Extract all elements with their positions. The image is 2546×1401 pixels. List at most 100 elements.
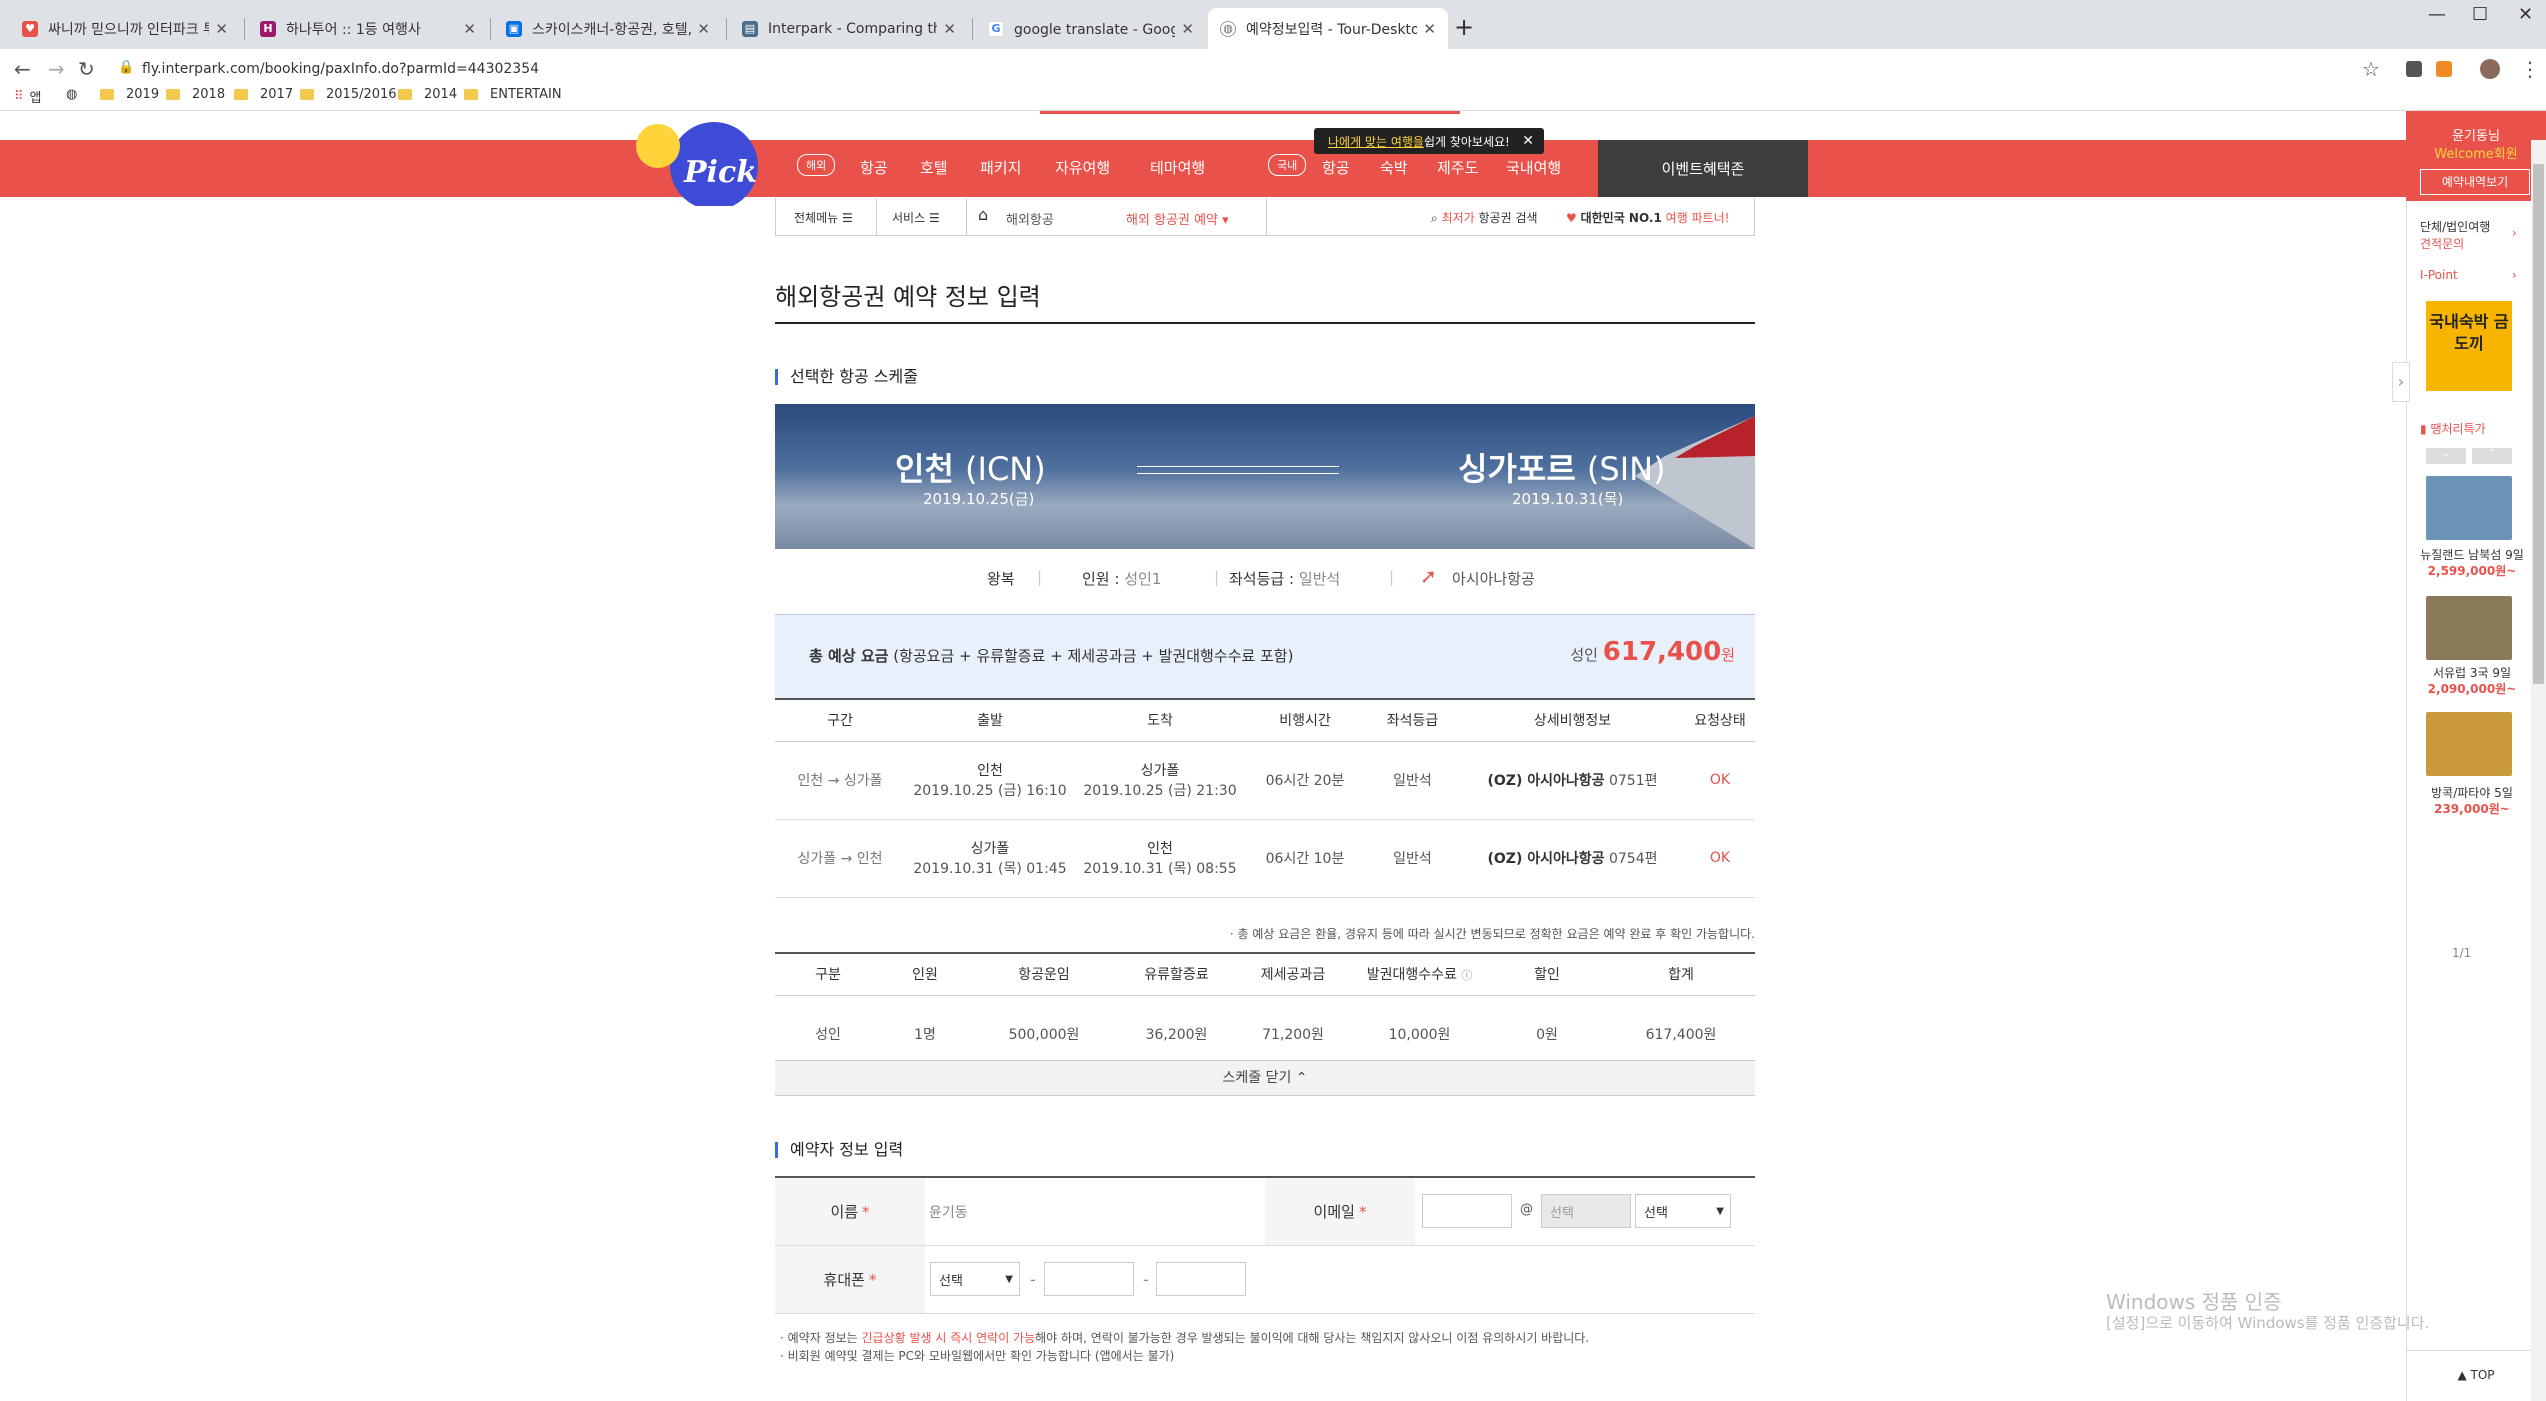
my-bookings-button[interactable]: 예약내역보기 <box>2420 169 2530 195</box>
breadcrumb-flight-booking[interactable]: 해외 항공권 예약 ▾ <box>1126 209 1229 228</box>
menu-overseas-free-travel[interactable]: 자유여행 <box>1055 157 1110 178</box>
deal-price: 2,090,000원~ <box>2427 682 2517 696</box>
home-icon[interactable]: ⌂ <box>978 205 988 224</box>
menu-overseas-flight[interactable]: 항공 <box>860 157 888 178</box>
service-menu-button[interactable]: 서비스 ☰ <box>892 209 940 226</box>
breadcrumb-overseas-flight[interactable]: 해외항공 <box>1006 209 1054 228</box>
segment-cell: 싱가폴 → 인천 <box>775 819 905 898</box>
close-tab-icon[interactable]: ✕ <box>215 20 228 38</box>
arr-city: 싱가폴 <box>1140 763 1180 779</box>
booker-note-2: · 비회원 예약및 결제는 PC와 모바일웹에서만 확인 가능합니다 (앱에서는… <box>780 1349 1175 1363</box>
email-domain-select[interactable]: 선택 ▼ <box>1635 1194 1731 1228</box>
menu-overseas-theme[interactable]: 테마여행 <box>1150 157 1205 178</box>
tab-hanatour[interactable]: H 하나투어 :: 1등 여행사 ✕ <box>248 8 488 49</box>
deal-caption[interactable]: 서유럽 3국 9일 <box>2410 664 2534 681</box>
airline-name: 아시아나항공 <box>1452 570 1535 588</box>
close-tab-icon[interactable]: ✕ <box>943 20 956 38</box>
new-tab-icon[interactable]: + <box>1454 13 1474 41</box>
email-domain-input[interactable]: 선택 <box>1541 1194 1631 1228</box>
deal-caption[interactable]: 뉴질랜드 남북섬 9일 <box>2410 546 2534 563</box>
image-favicon-icon: ▤ <box>742 20 758 37</box>
prev-arrow-icon[interactable]: ⌄ <box>2426 448 2466 464</box>
bookmark-folder-2014[interactable]: 2014 <box>398 87 457 102</box>
close-tab-icon[interactable]: ✕ <box>1423 20 1436 38</box>
bookmark-apps[interactable]: ⠿ 앱 <box>14 87 42 106</box>
panel-toggle-chevron-icon[interactable]: › <box>2392 362 2410 402</box>
table-header-row: 구간 출발 도착 비행시간 좌석등급 상세비행정보 요청상태 <box>775 698 1755 742</box>
menu-overseas-hotel[interactable]: 호텔 <box>920 157 948 178</box>
url-field[interactable]: fly.interpark.com/booking/paxInfo.do?par… <box>142 61 539 77</box>
arrival-cell: 싱가폴 2019.10.25 (금) 21:30 <box>1075 741 1245 820</box>
tab-interpark-comparing[interactable]: ▤ Interpark - Comparing the figu ✕ <box>730 8 968 49</box>
new-zealand-thumbnail[interactable] <box>2426 476 2512 540</box>
menu-domestic-jeju[interactable]: 제주도 <box>1437 157 1478 178</box>
tab-skyscanner[interactable]: ▣ 스카이스캐너-항공권, 호텔, 렌트 ✕ <box>494 8 722 49</box>
menu-overseas-package[interactable]: 패키지 <box>980 157 1021 178</box>
menu-domestic-stay[interactable]: 숙박 <box>1380 157 1408 178</box>
recommend-tooltip[interactable]: 나에게 맞는 여행을 쉽게 찾아보세요! ✕ <box>1314 128 1544 154</box>
flight-detail-cell[interactable]: (OZ) 아시아나항공 0754편 <box>1460 819 1685 898</box>
extension-icon[interactable] <box>2406 61 2422 77</box>
phone-prefix-select[interactable]: 선택 ▼ <box>930 1262 1020 1296</box>
bangkok-thumbnail[interactable] <box>2426 712 2512 776</box>
seat-cell: 일반석 <box>1365 741 1460 820</box>
forward-icon[interactable]: → <box>48 57 65 81</box>
ipoint-link[interactable]: I-Point › <box>2420 268 2517 282</box>
bookmark-folder-2018[interactable]: 2018 <box>166 87 225 102</box>
menu-domestic-travel[interactable]: 국내여행 <box>1506 157 1561 178</box>
destination-date: 2019.10.31(목) <box>1512 490 1624 508</box>
bookmark-folder-2019[interactable]: 2019 <box>100 87 159 102</box>
duration-cell: 06시간 10분 <box>1245 819 1365 898</box>
west-europe-thumbnail[interactable] <box>2426 596 2512 660</box>
extension-icon[interactable] <box>2436 61 2452 77</box>
avatar[interactable] <box>2480 59 2500 79</box>
close-icon[interactable]: ✕ <box>1522 133 1534 149</box>
scrollbar-thumb[interactable] <box>2533 164 2544 684</box>
flight-detail-cell[interactable]: (OZ) 아시아나항공 0751편 <box>1460 741 1685 820</box>
menu-dots-icon[interactable]: ⋮ <box>2520 57 2540 81</box>
close-schedule-button[interactable]: 스케줄 닫기 ⌃ <box>775 1060 1755 1096</box>
bookmark-folder-2015-2016[interactable]: 2015/2016 <box>300 87 397 102</box>
dep-time: 2019.10.25 (금) 16:10 <box>913 783 1067 799</box>
minimize-icon[interactable]: — <box>2428 4 2446 25</box>
passengers-label: 인원 : <box>1082 570 1120 588</box>
maximize-icon[interactable]: ☐ <box>2472 4 2488 25</box>
tab-google-translate[interactable]: G google translate - Google 검색 ✕ <box>976 8 1206 49</box>
bookmark-folder-entertain[interactable]: ENTERTAIN <box>464 87 562 102</box>
close-tab-icon[interactable]: ✕ <box>463 20 476 38</box>
phone-last-input[interactable] <box>1156 1262 1246 1296</box>
tab-interpark-tour[interactable]: ♥ 싸니까 믿으니까 인터파크 투어 ✕ <box>10 8 240 49</box>
page-indicator: 1/1 <box>2452 946 2472 960</box>
deal-caption[interactable]: 방콕/파타야 5일 <box>2410 784 2534 801</box>
folder-icon <box>398 89 412 100</box>
menu-domestic-flight[interactable]: 항공 <box>1322 157 1350 178</box>
all-menu-button[interactable]: 전체메뉴 ☰ <box>794 209 853 226</box>
email-id-input[interactable] <box>1422 1194 1512 1228</box>
lowest-price-search-link[interactable]: ⌕ 최저가 항공권 검색 <box>1431 209 1538 226</box>
tab-reservation-active[interactable]: ◍ 예약정보입력 - Tour-Desktop ✕ <box>1208 8 1448 49</box>
col-header-type: 구분 <box>775 952 881 996</box>
reload-icon[interactable]: ↻ <box>78 57 95 81</box>
group-quote-link[interactable]: 단체/법인여행 견적문의 › <box>2420 218 2517 252</box>
phone-middle-input[interactable] <box>1044 1262 1134 1296</box>
event-zone-menu[interactable]: 이벤트혜택존 <box>1598 140 1808 197</box>
back-icon[interactable]: ← <box>14 57 31 81</box>
promo-banner[interactable]: 국내숙박 금도끼 <box>2426 301 2512 391</box>
pick-logo[interactable]: Pick <box>632 116 762 206</box>
service-label: 서비스 <box>892 211 926 225</box>
close-tab-icon[interactable]: ✕ <box>1181 20 1194 38</box>
star-icon[interactable]: ☆ <box>2362 57 2380 81</box>
user-name: 윤기동님 <box>2452 129 2500 144</box>
close-window-icon[interactable]: ✕ <box>2518 4 2533 25</box>
dash: - <box>1030 1270 1036 1289</box>
info-icon[interactable]: ⓘ <box>1461 969 1472 982</box>
skyscanner-favicon-icon: ▣ <box>506 20 522 37</box>
table-row: 인천 → 싱가폴 인천 2019.10.25 (금) 16:10 싱가폴 2019.… <box>775 741 1755 820</box>
page-scrollbar[interactable] <box>2531 140 2546 1401</box>
bookmark-folder-2017[interactable]: 2017 <box>234 87 293 102</box>
duration-cell: 06시간 20분 <box>1245 741 1365 820</box>
globe-icon[interactable]: ◍ <box>66 87 77 102</box>
next-arrow-icon[interactable]: ⌃ <box>2472 448 2512 464</box>
top-button[interactable]: ▲ TOP <box>2406 1350 2546 1401</box>
close-tab-icon[interactable]: ✕ <box>697 20 710 38</box>
